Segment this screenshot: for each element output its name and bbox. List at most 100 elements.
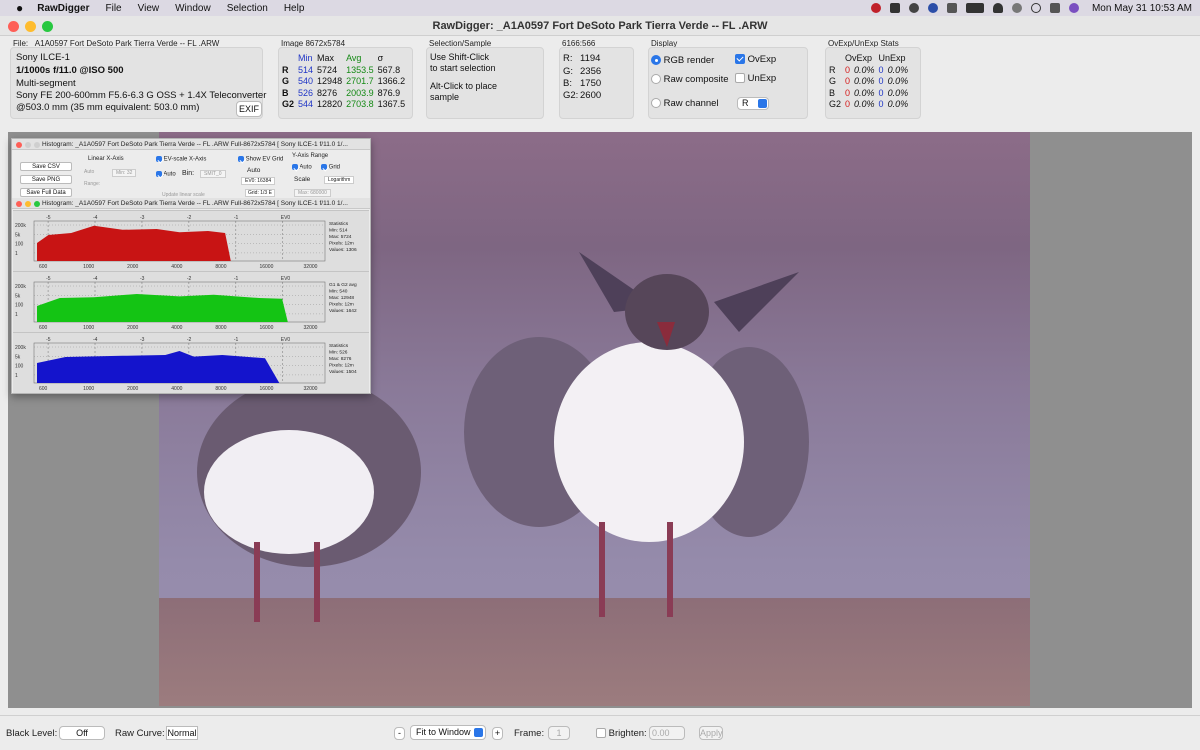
apple-menu-icon[interactable]: ● [16, 1, 23, 15]
menu-window[interactable]: Window [175, 3, 211, 14]
histogram-stat: Values: 1642 [329, 308, 357, 314]
y-tick-label: 5k [15, 354, 21, 360]
histogram-stat: Statistics [329, 221, 349, 227]
histogram-titlebar-2: Histogram: _A1A0597 Fort DeSoto Park Tie… [12, 198, 370, 209]
channel-select[interactable]: R [737, 97, 769, 110]
raw-curve-label: Raw Curve: [115, 728, 165, 739]
histogram-stat: Max: 5724 [329, 234, 352, 240]
raw-composite-radio[interactable]: Raw composite [651, 74, 729, 87]
raw-curve-value[interactable]: Normal [166, 726, 198, 740]
menu-selection[interactable]: Selection [227, 3, 268, 14]
status-sync-icon[interactable] [908, 3, 919, 13]
grid-select[interactable]: Grid: 1/3 E [245, 189, 275, 197]
table-row: G2 544 12820 2703.8 1367.5 [282, 99, 406, 109]
pixel-b-label: B: [563, 78, 572, 89]
zoom-icon[interactable] [34, 142, 40, 148]
status-pause-icon[interactable] [889, 3, 900, 13]
lens-info: Sony FE 200-600mm F5.6-6.3 G OSS + 1.4X … [16, 90, 267, 101]
bin-input[interactable]: SMIT_0 [200, 170, 226, 178]
x-tick-label: 8000 [215, 325, 226, 331]
status-play-icon[interactable] [946, 3, 957, 13]
brighten-checkbox[interactable]: Brighten: [596, 728, 647, 739]
control-center-icon[interactable] [1049, 3, 1060, 13]
zoom-select[interactable]: Fit to Window [410, 725, 486, 740]
y-auto-checkbox[interactable]: Auto [292, 164, 312, 171]
ev-scale-checkbox[interactable]: EV-scale X-Axis [156, 156, 206, 163]
wifi-icon[interactable] [992, 3, 1003, 13]
y-tick-label: 200k [15, 284, 26, 290]
linear-min-input[interactable]: Min: 32 [112, 169, 137, 177]
table-row: G 0 0.0% 0 0.0% [829, 76, 909, 86]
exif-button[interactable]: EXIF [236, 101, 262, 117]
apply-button[interactable]: Apply [699, 726, 723, 740]
ev-tick-label: -5 [46, 276, 51, 282]
blue-histogram-plot: -5 -4 -3 -2 -1 EV0 200k 5k 100 1 600 1000 2000 4000 80… [15, 337, 357, 392]
unexp-header: UnExp [878, 53, 906, 63]
close-icon[interactable] [16, 201, 22, 207]
table-row: G 540 12948 2701.7 1366.2 [282, 76, 406, 86]
histogram-stat: Pixels: 12m [329, 302, 354, 308]
menu-file[interactable]: File [105, 3, 121, 14]
battery-icon[interactable] [965, 3, 984, 13]
ev-tick-label: -3 [140, 337, 145, 343]
save-csv-button[interactable]: Save CSV [20, 162, 72, 171]
brighten-input[interactable]: 0.00 [649, 726, 685, 740]
ev-tick-label: -3 [140, 276, 145, 282]
black-level-button[interactable]: Off [59, 726, 105, 740]
unexp-checkbox[interactable]: UnExp [735, 73, 776, 86]
clock[interactable]: Mon May 31 10:53 AM [1092, 3, 1192, 14]
histogram-window[interactable]: Histogram: _A1A0597 Fort DeSoto Park Tie… [11, 138, 371, 394]
pixel-values-panel: R: 1194 G: 2356 B: 1750 G2: 2600 [559, 47, 634, 119]
green-histogram-plot: -5 -4 -3 -2 -1 EV0 200k 5k 100 1 600 1000 2000 4000 80… [15, 276, 357, 331]
show-ev-grid-checkbox[interactable]: Show EV Grid [238, 156, 283, 163]
siri-icon[interactable] [1068, 3, 1079, 13]
frame-select[interactable]: 1 [548, 726, 570, 740]
zoom-out-button[interactable]: - [394, 727, 405, 740]
ev0-input[interactable]: EV0: 16384 [241, 177, 276, 185]
minimize-icon[interactable] [25, 201, 31, 207]
save-png-button[interactable]: Save PNG [20, 175, 72, 184]
zoom-icon[interactable] [34, 201, 40, 207]
zoom-window-icon[interactable] [42, 21, 53, 32]
menu-view[interactable]: View [138, 3, 160, 14]
ev-scale-label: EV-scale X-Axis [163, 156, 207, 163]
y-tick-label: 200k [15, 345, 26, 351]
ovexp-checkbox[interactable]: OvExp [735, 54, 776, 67]
ev-tick-label: -4 [93, 215, 98, 221]
frame-label: Frame: [514, 728, 545, 739]
y-grid-checkbox[interactable]: Grid [321, 164, 340, 171]
search-icon[interactable] [1030, 3, 1041, 13]
x-tick-label: 32000 [304, 386, 318, 392]
menu-app[interactable]: RawDigger [37, 3, 89, 14]
linear-auto-checkbox[interactable]: Auto [84, 169, 94, 175]
histogram-titlebar: Histogram: _A1A0597 Fort DeSoto Park Tie… [12, 139, 370, 150]
user-icon[interactable] [1011, 3, 1022, 13]
rgb-render-radio[interactable]: RGB render [651, 55, 714, 68]
close-icon[interactable] [16, 142, 22, 148]
ev-auto-checkbox[interactable]: Auto [156, 171, 176, 178]
pixel-b-value: 1750 [580, 78, 602, 89]
minimize-window-icon[interactable] [25, 21, 36, 32]
scale-select[interactable]: Logarithm [324, 176, 355, 184]
ev-tick-label: -1 [234, 215, 239, 221]
y-tick-label: 1 [15, 251, 18, 257]
close-window-icon[interactable] [8, 21, 19, 32]
ev-tick-label: EV0 [281, 215, 291, 221]
save-full-data-button[interactable]: Save Full Data [20, 188, 72, 197]
x-tick-label: 4000 [171, 325, 182, 331]
status-app-icon[interactable] [870, 3, 881, 13]
menu-bar: ● RawDigger File View Window Selection H… [0, 0, 1200, 16]
status-malwarebytes-icon[interactable] [927, 3, 938, 13]
raw-channel-radio[interactable]: Raw channel [651, 98, 719, 111]
ovexp-stats-panel: OvExp UnExp R 0 0.0% 0 0.0% G 0 0.0% 0 0.0% B 0 0.0… [825, 47, 921, 119]
zoom-in-button[interactable]: + [492, 727, 503, 740]
menu-help[interactable]: Help [284, 3, 305, 14]
chevron-updown-icon [474, 728, 483, 737]
image-stats-table: Min Max Avg σ R 514 5724 1353.5 567.8 G 540 12948… [280, 53, 407, 111]
y-max-input[interactable]: Max: 680000 [294, 189, 331, 197]
x-tick-label: 600 [39, 264, 48, 270]
x-tick-label: 1000 [83, 264, 94, 270]
ev-auto-button[interactable]: Auto [247, 167, 260, 174]
minimize-icon[interactable] [25, 142, 31, 148]
y-auto-label: Auto [299, 164, 312, 171]
